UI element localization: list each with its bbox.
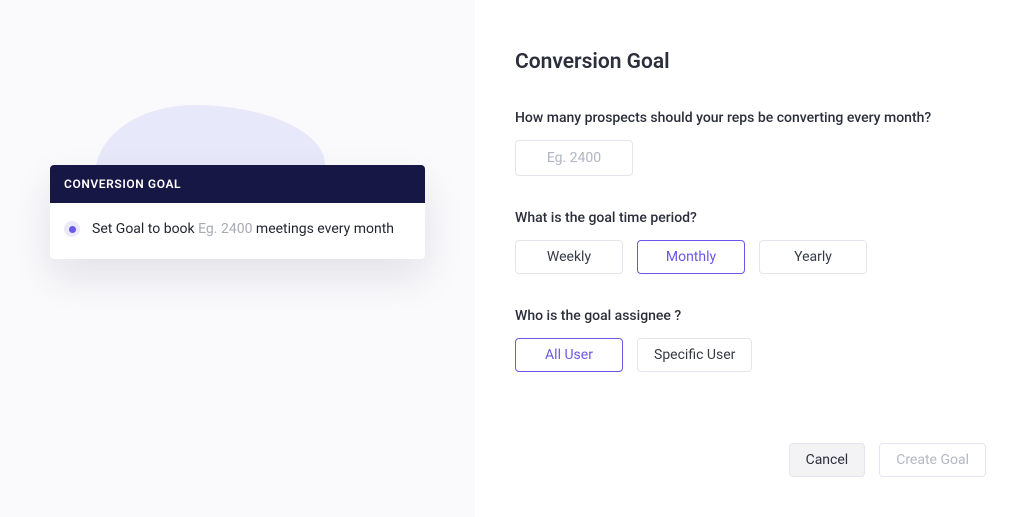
period-label: What is the goal time period? <box>515 210 976 226</box>
preview-suffix: meetings every month <box>252 221 394 237</box>
period-options: Weekly Monthly Yearly <box>515 240 976 274</box>
assignee-specific[interactable]: Specific User <box>637 338 752 372</box>
radio-icon <box>64 221 80 237</box>
prospects-input[interactable] <box>515 140 633 176</box>
assignee-options: All User Specific User <box>515 338 976 372</box>
prospects-label: How many prospects should your reps be c… <box>515 110 976 126</box>
period-field-group: What is the goal time period? Weekly Mon… <box>515 210 976 274</box>
preview-prefix: Set Goal to book <box>92 221 198 237</box>
preview-header: CONVERSION GOAL <box>50 165 425 203</box>
assignee-label: Who is the goal assignee ? <box>515 308 976 324</box>
preview-placeholder: Eg. 2400 <box>198 221 252 237</box>
period-monthly[interactable]: Monthly <box>637 240 745 274</box>
prospects-field-group: How many prospects should your reps be c… <box>515 110 976 176</box>
page-title: Conversion Goal <box>515 50 976 74</box>
period-weekly[interactable]: Weekly <box>515 240 623 274</box>
preview-panel: CONVERSION GOAL Set Goal to book Eg. 240… <box>0 0 475 517</box>
assignee-all[interactable]: All User <box>515 338 623 372</box>
form-footer: Cancel Create Goal <box>789 443 986 477</box>
cancel-button[interactable]: Cancel <box>789 443 866 477</box>
create-goal-button[interactable]: Create Goal <box>879 443 986 477</box>
period-yearly[interactable]: Yearly <box>759 240 867 274</box>
form-panel: Conversion Goal How many prospects shoul… <box>475 0 1016 517</box>
preview-text: Set Goal to book Eg. 2400 meetings every… <box>92 221 394 237</box>
goal-preview-card: CONVERSION GOAL Set Goal to book Eg. 240… <box>50 165 425 259</box>
preview-body: Set Goal to book Eg. 2400 meetings every… <box>50 203 425 259</box>
assignee-field-group: Who is the goal assignee ? All User Spec… <box>515 308 976 372</box>
